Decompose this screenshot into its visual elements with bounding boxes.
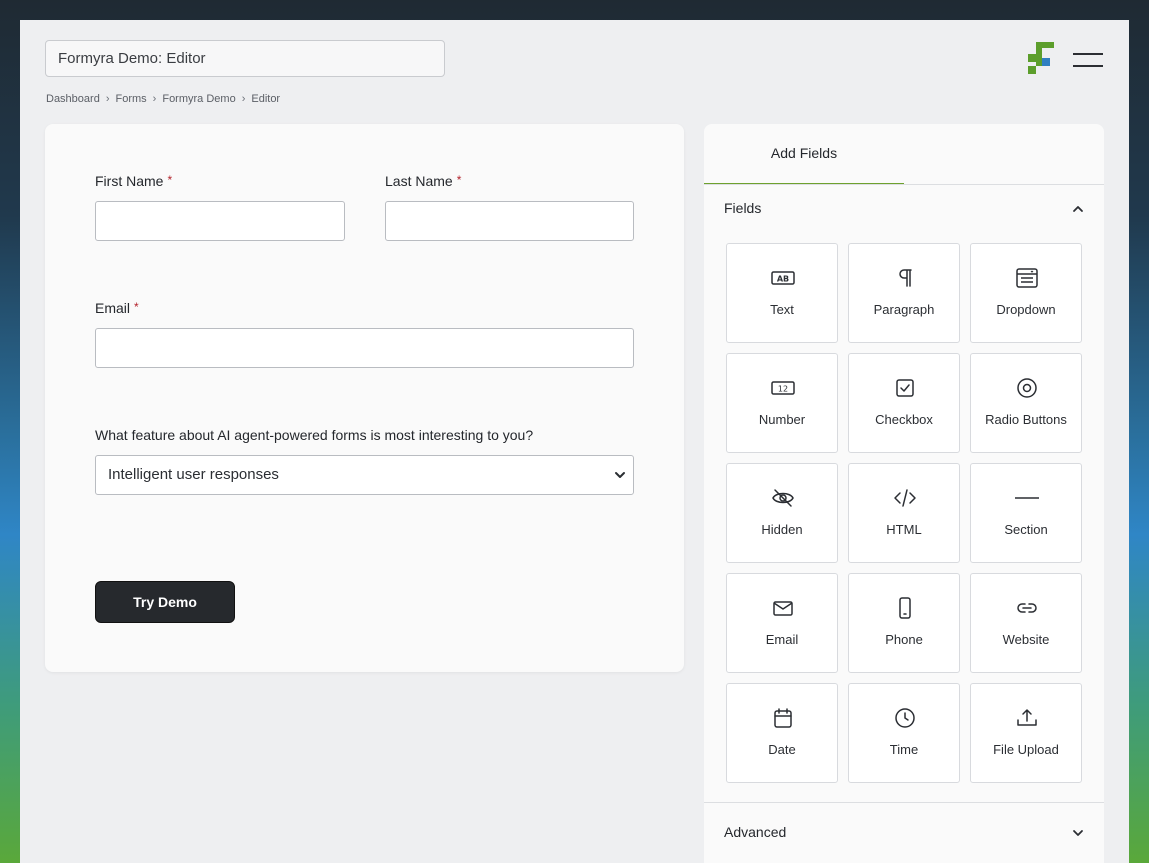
field-tile-dropdown[interactable]: Dropdown bbox=[970, 243, 1082, 343]
advanced-section-title: Advanced bbox=[724, 824, 787, 840]
section-icon bbox=[1015, 497, 1039, 499]
email-label-text: Email bbox=[95, 300, 131, 316]
breadcrumb-forms[interactable]: Forms bbox=[116, 93, 147, 105]
fields-section-header[interactable]: Fields bbox=[704, 185, 1104, 233]
breadcrumb: Dashboard › Forms › Formyra Demo › Edito… bbox=[46, 93, 280, 105]
advanced-section-header[interactable]: Advanced bbox=[704, 809, 1104, 857]
form-title-input[interactable]: Formyra Demo: Editor bbox=[45, 40, 445, 77]
chevron-down-icon bbox=[1073, 830, 1083, 836]
tab-add-fields[interactable]: Add Fields bbox=[704, 124, 904, 185]
form-preview-card: First Name * Last Name * Email * What featu… bbox=[45, 124, 684, 672]
breadcrumb-formyra-demo[interactable]: Formyra Demo bbox=[162, 93, 235, 105]
field-tile-number[interactable]: 12 Number bbox=[726, 353, 838, 453]
chevron-up-icon bbox=[1073, 206, 1083, 212]
last-name-label-text: Last Name bbox=[385, 173, 453, 189]
tile-label: Time bbox=[889, 742, 919, 757]
feature-select[interactable]: Intelligent user responses bbox=[95, 455, 634, 495]
required-marker: * bbox=[134, 300, 139, 314]
hamburger-menu-icon[interactable] bbox=[1073, 50, 1105, 70]
last-name-label: Last Name * bbox=[385, 173, 461, 189]
tile-label: Paragraph bbox=[873, 302, 935, 317]
tile-label: Dropdown bbox=[996, 302, 1056, 317]
last-name-input[interactable] bbox=[385, 201, 634, 241]
field-tile-hidden[interactable]: Hidden bbox=[726, 463, 838, 563]
checkbox-icon bbox=[896, 379, 914, 397]
tile-label: Radio Buttons bbox=[985, 412, 1067, 427]
field-tile-checkbox[interactable]: Checkbox bbox=[848, 353, 960, 453]
svg-text:AB: AB bbox=[777, 275, 789, 284]
add-fields-panel: Add Fields Fields AB Text Paragraph Drop… bbox=[704, 124, 1104, 863]
tile-label: HTML bbox=[886, 522, 922, 537]
field-tile-time[interactable]: Time bbox=[848, 683, 960, 783]
feature-select-value: Intelligent user responses bbox=[108, 466, 279, 483]
field-tile-date[interactable]: Date bbox=[726, 683, 838, 783]
calendar-icon bbox=[774, 708, 792, 728]
field-tile-text[interactable]: AB Text bbox=[726, 243, 838, 343]
tile-label: Section bbox=[1004, 522, 1048, 537]
first-name-label-text: First Name bbox=[95, 173, 164, 189]
paragraph-icon bbox=[899, 269, 912, 287]
link-icon bbox=[1017, 603, 1037, 613]
email-label: Email * bbox=[95, 300, 139, 316]
email-icon bbox=[773, 601, 793, 616]
tile-label: Date bbox=[768, 742, 796, 757]
chevron-right-icon: › bbox=[152, 93, 157, 105]
phone-icon bbox=[899, 597, 911, 619]
tile-label: Website bbox=[1002, 632, 1050, 647]
email-input[interactable] bbox=[95, 328, 634, 368]
field-tile-email[interactable]: Email bbox=[726, 573, 838, 673]
clock-icon bbox=[895, 708, 915, 728]
dropdown-icon bbox=[1016, 268, 1038, 288]
required-marker: * bbox=[167, 173, 173, 187]
field-tile-paragraph[interactable]: Paragraph bbox=[848, 243, 960, 343]
tile-label: Hidden bbox=[761, 522, 803, 537]
hidden-icon bbox=[772, 489, 794, 507]
required-marker: * bbox=[456, 173, 462, 187]
field-tile-phone[interactable]: Phone bbox=[848, 573, 960, 673]
svg-text:12: 12 bbox=[778, 385, 788, 394]
field-tile-website[interactable]: Website bbox=[970, 573, 1082, 673]
tile-label: Email bbox=[765, 632, 799, 647]
number-icon: 12 bbox=[771, 381, 795, 395]
field-tile-section[interactable]: Section bbox=[970, 463, 1082, 563]
tile-label: Number bbox=[758, 412, 806, 427]
editor-window: Formyra Demo: Editor Dashboard › Forms ›… bbox=[20, 20, 1129, 863]
try-demo-button[interactable]: Try Demo bbox=[95, 581, 235, 623]
radio-icon bbox=[1017, 378, 1037, 398]
text-icon: AB bbox=[771, 271, 795, 285]
fields-section-title: Fields bbox=[724, 200, 762, 216]
breadcrumb-dashboard[interactable]: Dashboard bbox=[46, 93, 100, 105]
tile-label: Checkbox bbox=[875, 412, 933, 427]
first-name-input[interactable] bbox=[95, 201, 345, 241]
field-tile-html[interactable]: HTML bbox=[848, 463, 960, 563]
field-tile-file-upload[interactable]: File Upload bbox=[970, 683, 1082, 783]
upload-icon bbox=[1017, 709, 1037, 726]
breadcrumb-editor: Editor bbox=[251, 93, 281, 105]
chevron-right-icon: › bbox=[241, 93, 246, 105]
first-name-label: First Name * bbox=[95, 173, 172, 189]
tile-label: Phone bbox=[885, 632, 923, 647]
formyra-logo bbox=[1028, 42, 1056, 76]
field-tile-radio-buttons[interactable]: Radio Buttons bbox=[970, 353, 1082, 453]
section-divider bbox=[704, 802, 1104, 803]
question-label: What feature about AI agent-powered form… bbox=[95, 427, 534, 443]
chevron-down-icon bbox=[615, 472, 625, 478]
tile-label: File Upload bbox=[993, 742, 1059, 757]
tile-label: Text bbox=[770, 302, 794, 317]
html-icon bbox=[894, 489, 916, 507]
chevron-right-icon: › bbox=[105, 93, 110, 105]
